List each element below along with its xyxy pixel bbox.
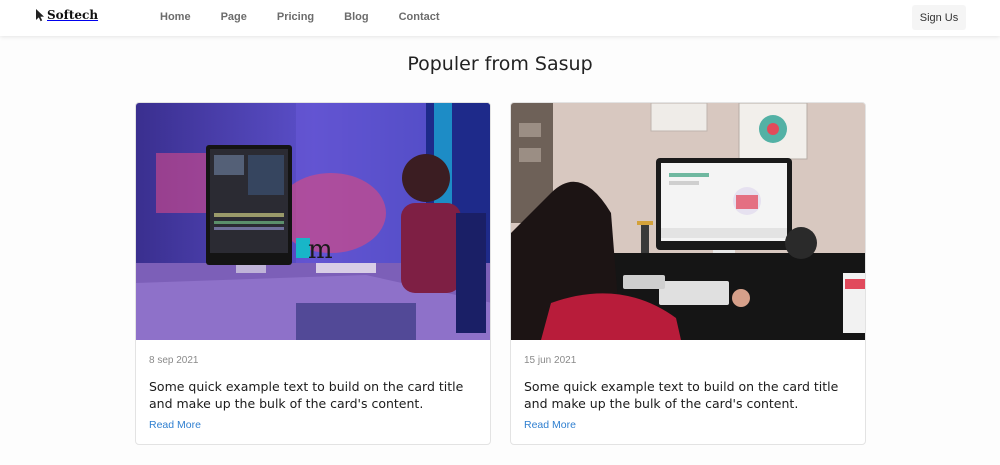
nav-contact[interactable]: Contact	[399, 11, 440, 23]
card-image[interactable]	[511, 103, 865, 340]
office-desk-photo	[511, 103, 865, 340]
card-date: 15 jun 2021	[524, 355, 577, 366]
card-text: Some quick example text to build on the …	[524, 379, 839, 411]
brand-name: Softech	[47, 8, 99, 22]
blog-card: 15 jun 2021 Some quick example text to b…	[510, 102, 866, 445]
blog-card: m 8 sep 2021 Some quick example text to …	[135, 102, 491, 445]
svg-text:m: m	[308, 235, 333, 265]
card-date: 8 sep 2021	[149, 355, 199, 366]
section-title: Populer from Sasup	[407, 53, 593, 75]
read-more-link[interactable]: Read More	[149, 419, 201, 431]
cursor-arrow-icon	[36, 9, 44, 22]
sign-up-button[interactable]: Sign Us	[912, 5, 966, 30]
card-text: Some quick example text to build on the …	[149, 379, 464, 411]
nav-page[interactable]: Page	[221, 11, 247, 23]
brand-logo[interactable]: Softech	[35, 8, 98, 22]
nav-links: Home Page Pricing Blog Contact	[160, 11, 470, 23]
editing-desk-photo: m	[136, 103, 490, 340]
nav-home[interactable]: Home	[160, 11, 191, 23]
read-more-link[interactable]: Read More	[524, 419, 576, 431]
nav-blog[interactable]: Blog	[344, 11, 368, 23]
card-image[interactable]: m	[136, 103, 490, 340]
top-navbar: Softech Home Page Pricing Blog Contact S…	[0, 0, 1000, 36]
nav-pricing[interactable]: Pricing	[277, 11, 314, 23]
